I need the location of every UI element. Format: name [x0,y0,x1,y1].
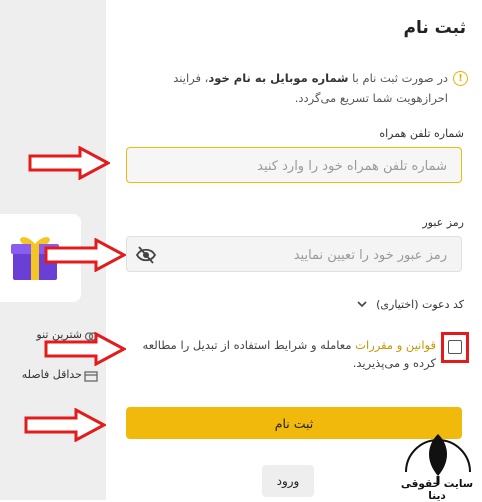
sidebar-item-label: حداقل فاصله [21,368,82,381]
sidebar-item-2[interactable]: حداقل فاصله [0,368,106,386]
password-field-wrapper [126,236,462,273]
password-label: رمز عبور [422,216,464,229]
eye-off-icon[interactable] [135,245,157,265]
info-icon: ! [453,71,468,86]
chevron-down-icon[interactable] [356,299,368,309]
watermark-text: سایت حقوقی دینا [400,478,474,502]
card-icon [84,371,98,382]
password-input[interactable] [167,237,449,273]
info-notice: ! در صورت ثبت نام با شماره موبایل به نام… [118,68,468,108]
invite-code-toggle[interactable]: کد دعوت (اختیاری) [376,298,464,311]
annotation-arrow [44,238,126,272]
annotation-arrow [44,332,126,366]
phone-input[interactable] [139,148,449,184]
info-text: در صورت ثبت نام با شماره موبایل به نام خ… [173,71,448,105]
terms-text: قوانین و مقررات معامله و شرایط استفاده ا… [142,338,436,370]
annotation-arrow [28,146,110,180]
terms-link[interactable]: قوانین و مقررات [355,338,436,352]
annotation-arrow [24,408,106,442]
page-title: ثبت نام [403,18,466,38]
annotation-highlight-box [441,332,469,363]
phone-field-wrapper [126,147,462,184]
phone-label: شماره تلفن همراه [379,127,464,140]
login-button[interactable]: ورود [262,465,314,497]
